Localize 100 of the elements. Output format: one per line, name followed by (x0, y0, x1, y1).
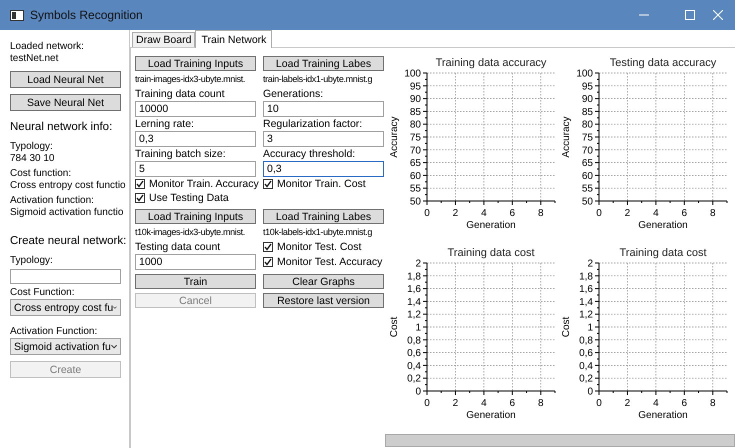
axis-tick-label: 0,6 (407, 348, 421, 360)
axis-tick-label: 4 (481, 398, 487, 409)
axis-tick-label: 6 (682, 398, 688, 409)
button[interactable]: Load Neural Net (10, 71, 121, 88)
axis-tick-label: 90 (582, 94, 593, 106)
axis-tick-label: 100 (404, 68, 421, 80)
field-label: Training data count (135, 87, 225, 101)
input-field[interactable] (10, 269, 121, 284)
axis-tick-label: 4 (481, 208, 487, 219)
axis-tick-label: 2 (587, 258, 593, 270)
tab[interactable]: Draw Board (132, 32, 196, 47)
axis-tick-label: 65 (410, 158, 421, 170)
button[interactable]: Load Training Labes (263, 209, 384, 224)
axis-tick-label: 2 (624, 398, 630, 409)
axis-title: Generation (466, 220, 516, 231)
axis-title: Accuracy (389, 116, 400, 158)
input-field[interactable]: 3 (263, 131, 384, 147)
tab[interactable]: Train Network (195, 30, 272, 48)
axis-title: Cost (389, 316, 400, 338)
axis-title: Generation (466, 410, 516, 421)
button[interactable]: Save Neural Net (10, 94, 121, 111)
window-title: Symbols Recognition (30, 8, 144, 22)
axis-tick-label: 0 (587, 386, 593, 398)
file-name: t10k-images-idx3-ubyte.mnist. (135, 226, 245, 239)
input-field[interactable]: 10 (263, 101, 384, 117)
button[interactable]: Load Training Labes (263, 56, 384, 71)
input-field[interactable]: 5 (135, 161, 256, 177)
input-field[interactable]: 1000 (135, 254, 256, 270)
axis-tick-label: 85 (582, 106, 593, 118)
axis-tick-label: 80 (410, 120, 421, 131)
axis-tick-label: 4 (653, 398, 659, 409)
dropdown[interactable]: Sigmoid activation fu (10, 338, 121, 355)
close-icon (713, 10, 723, 20)
chart-title: Training data cost (447, 247, 535, 259)
window-icon (10, 10, 24, 20)
checkbox[interactable] (135, 193, 145, 203)
field-label: Activation Function: (10, 326, 98, 338)
field-label: Testing data count (135, 240, 220, 254)
axis-tick-label: 8 (538, 398, 544, 409)
axis-tick-label: 0,8 (579, 335, 593, 346)
axis-tick-label: 0 (415, 386, 421, 398)
axis-tick-label: 6 (510, 208, 516, 219)
chart-title: Training data accuracy (436, 57, 546, 69)
axis-tick-label: 0,8 (407, 335, 421, 346)
axis-tick-label: 0,2 (579, 374, 593, 385)
axis-tick-label: 2 (415, 258, 421, 270)
axis-tick-label: 0,2 (407, 374, 421, 385)
axis-tick-label: 4 (653, 208, 659, 219)
axis-title: Cost (561, 316, 572, 338)
checkbox-label[interactable]: Monitor Train. Accuracy (149, 178, 259, 190)
axis-tick-label: 90 (410, 94, 421, 106)
button[interactable]: Load Training Inputs (135, 56, 256, 71)
input-field[interactable]: 0,3 (135, 131, 256, 147)
axis-tick-label: 70 (410, 145, 421, 156)
file-name: train-images-idx3-ubyte.mnist. (135, 73, 246, 86)
checkbox-label[interactable]: Monitor Test. Cost (277, 241, 362, 253)
axis-tick-label: 80 (582, 120, 593, 131)
input-field[interactable]: 0,3 (263, 161, 384, 177)
checkbox-label[interactable]: Monitor Test. Accuracy (277, 256, 382, 268)
maximize-icon (685, 10, 695, 20)
chart-title: Testing data accuracy (610, 57, 716, 69)
checkbox[interactable] (263, 257, 273, 267)
button[interactable]: Clear Graphs (263, 274, 384, 289)
axis-title: Generation (638, 410, 688, 421)
field-label: Lerning rate: (135, 117, 194, 131)
button[interactable]: Load Training Inputs (135, 209, 256, 224)
axis-title: Generation (638, 220, 688, 231)
axis-tick-label: 2 (452, 398, 458, 409)
checkbox-label[interactable]: Use Testing Data (149, 192, 229, 204)
axis-tick-label: 1,8 (407, 271, 421, 282)
section-heading: Create neural network: (10, 234, 126, 249)
info-text: Sigmoid activation functio (10, 207, 124, 219)
axis-tick-label: 6 (682, 208, 688, 219)
button[interactable]: Restore last version (263, 293, 384, 308)
field-label: Typology: (10, 141, 53, 153)
checkbox[interactable] (263, 242, 273, 252)
axis-tick-label: 85 (410, 106, 421, 118)
section-heading: Neural network info: (10, 120, 112, 135)
input-field[interactable]: 10000 (135, 101, 256, 117)
checkbox[interactable] (263, 179, 273, 189)
axis-tick-label: 0 (596, 398, 602, 409)
field-label: Activation function: (10, 195, 94, 207)
field-label: Loaded network: (10, 41, 84, 53)
axis-tick-label: 60 (410, 170, 421, 182)
axis-tick-label: 0,6 (579, 348, 593, 360)
dropdown[interactable]: Cross entropy cost fu (10, 299, 121, 316)
axis-tick-label: 2 (624, 208, 630, 219)
checkbox[interactable] (135, 179, 145, 189)
axis-tick-label: 1,4 (407, 296, 421, 308)
axis-tick-label: 50 (582, 196, 593, 208)
field-label: Accuracy threshold: (263, 147, 356, 161)
info-text: Cross entropy cost functio (10, 180, 126, 192)
axis-tick-label: 2 (452, 208, 458, 219)
axis-tick-label: 1,4 (579, 296, 593, 308)
axis-title: Accuracy (561, 116, 572, 158)
checkbox-label[interactable]: Monitor Train. Cost (277, 178, 366, 190)
axis-tick-label: 1,6 (407, 284, 421, 296)
axis-tick-label: 75 (410, 132, 421, 144)
button[interactable]: Train (135, 274, 256, 289)
axis-tick-label: 1 (587, 322, 593, 334)
